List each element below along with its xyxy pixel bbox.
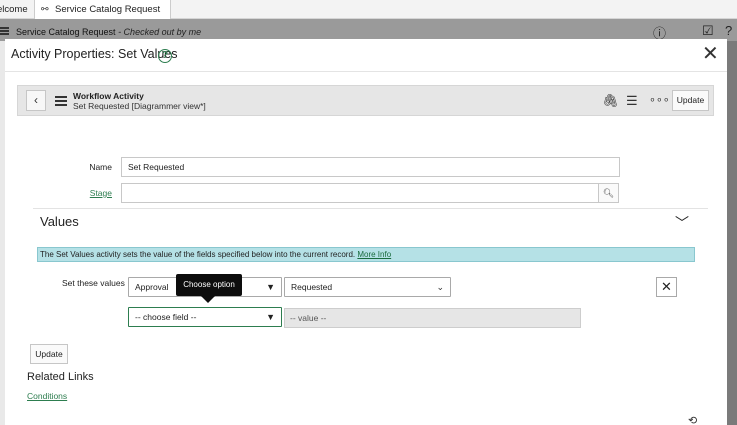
form-subtitle: Set Requested [Diagrammer view*] <box>73 101 206 111</box>
section-divider <box>33 208 708 209</box>
stage-label[interactable]: Stage <box>67 188 112 198</box>
tab-service-catalog-request[interactable]: ⚯ Service Catalog Request <box>34 0 172 19</box>
activity-properties-modal: Activity Properties: Set Values ? ✕ ‹ Wo… <box>5 39 727 425</box>
form-header: ‹ Workflow Activity Set Requested [Diagr… <box>17 85 714 116</box>
tab-welcome[interactable]: elcome <box>0 0 28 19</box>
value-select-requested[interactable]: Requested ⌄ <box>284 277 451 297</box>
background-record-header: Service Catalog Request - Checked out by… <box>0 19 737 41</box>
close-icon: ✕ <box>661 279 672 294</box>
paperclip-icon[interactable]: 🖇 <box>602 93 619 108</box>
menu-icon[interactable] <box>55 96 67 98</box>
search-icon: 🔍︎ <box>602 188 615 198</box>
more-options-icon[interactable]: ∘∘∘ <box>649 93 670 108</box>
background-record-title: Service Catalog Request - Checked out by… <box>16 27 202 37</box>
help-circle-icon: ? <box>725 23 733 38</box>
form-title: Workflow Activity <box>73 91 144 101</box>
workflow-icon: ⚯ <box>41 4 49 14</box>
lookup-search-button[interactable]: 🔍︎ <box>598 183 619 203</box>
back-button[interactable]: ‹ <box>26 90 46 111</box>
more-info-link[interactable]: More Info <box>357 250 391 259</box>
tab-bar: elcome ⚯ Service Catalog Request <box>0 0 737 19</box>
related-links-title: Related Links <box>27 371 94 383</box>
value-input[interactable]: -- value -- <box>284 308 581 328</box>
set-values-label: Set these values <box>62 278 125 288</box>
tooltip-arrow <box>201 296 215 303</box>
caret-down-icon: ▼ <box>266 312 275 322</box>
background-right-edge <box>727 41 737 425</box>
stage-input[interactable] <box>121 183 599 203</box>
close-icon[interactable]: ✕ <box>702 43 719 65</box>
modal-title: Activity Properties: Set Values <box>11 47 178 61</box>
tab-label: Service Catalog Request <box>55 4 161 15</box>
remove-row-button[interactable]: ✕ <box>656 277 677 297</box>
update-button-top[interactable]: Update <box>672 90 709 111</box>
info-banner: The Set Values activity sets the value o… <box>37 247 695 262</box>
hamburger-icon <box>0 27 9 29</box>
name-label: Name <box>89 162 112 172</box>
update-button-bottom[interactable]: Update <box>30 344 68 364</box>
name-input[interactable]: Set Requested <box>121 157 620 177</box>
choose-field-select[interactable]: -- choose field -- ▼ <box>128 307 282 327</box>
chevron-down-icon: ⌄ <box>436 282 444 292</box>
conditions-link[interactable]: Conditions <box>27 391 67 401</box>
modal-header: Activity Properties: Set Values ? ✕ <box>5 39 727 72</box>
values-section-title: Values <box>40 214 79 229</box>
settings-sliders-icon[interactable]: ☰ <box>626 93 638 108</box>
chevron-down-icon[interactable]: ﹀ <box>675 213 689 233</box>
help-icon[interactable]: ? <box>158 49 172 63</box>
resize-icon: ⟲ <box>688 415 698 425</box>
caret-down-icon: ▼ <box>266 282 275 292</box>
checkmark-icon: ☑ <box>702 23 714 38</box>
choose-option-tooltip: Choose option <box>176 274 242 296</box>
